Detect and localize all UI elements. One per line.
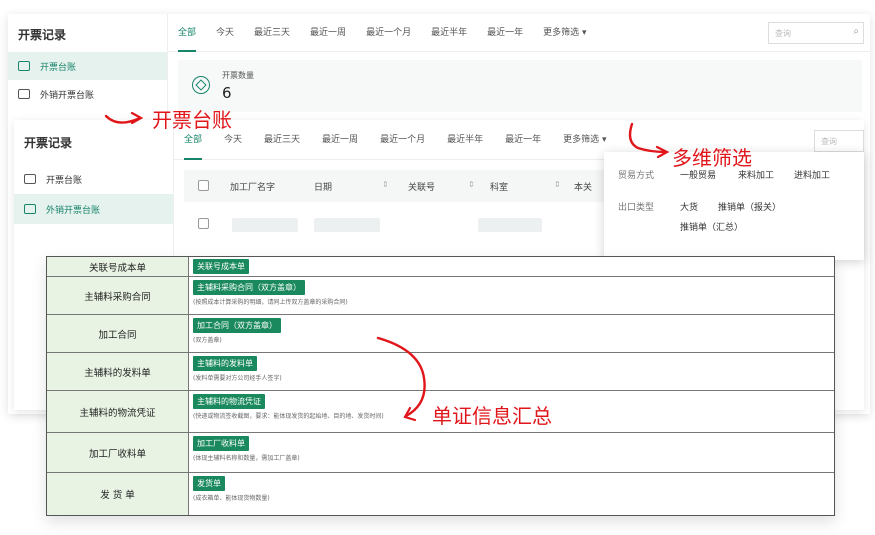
tab-last-3-days[interactable]: 最近三天 bbox=[254, 14, 290, 52]
table-row: 主辅料采购合同 主辅料采购合同（双方盖章） (按照成本计算采购的明细，请同上传双… bbox=[47, 277, 834, 315]
search-input[interactable]: 查询 ⌕ bbox=[768, 22, 864, 44]
doc-note: (体现主辅料名称和数量，需加工厂盖章) bbox=[193, 455, 300, 462]
column-header: 本关 bbox=[574, 183, 593, 193]
sort-icon[interactable]: ⇕ bbox=[468, 180, 475, 189]
table-row: 加工厂收料单 加工厂收料单 (体现主辅料名称和数量，需加工厂盖章) bbox=[47, 433, 834, 473]
doc-note: (成衣箱单、能体现货物数量) bbox=[193, 495, 270, 502]
trade-mode-label: 贸易方式 bbox=[618, 171, 655, 181]
doc-name: 发 货 单 bbox=[47, 473, 189, 515]
doc-note: (发料单需要对方公司经手人签字) bbox=[193, 375, 282, 382]
tab-last-half-year[interactable]: 最近半年 bbox=[447, 120, 483, 160]
sort-icon[interactable]: ⇕ bbox=[554, 180, 561, 189]
sidebar-item-label: 外销开票台账 bbox=[40, 90, 95, 101]
loading-placeholder bbox=[232, 218, 298, 232]
doc-name: 加工合同 bbox=[47, 315, 189, 352]
row-checkbox[interactable] bbox=[198, 218, 209, 229]
search-icon[interactable]: ⌕ bbox=[853, 26, 859, 37]
sidebar-item-label: 开票台账 bbox=[46, 175, 83, 186]
ledger-icon bbox=[18, 61, 30, 71]
export-type-label: 出口类型 bbox=[618, 203, 655, 213]
doc-tag: 主辅料的物流凭证 bbox=[193, 394, 265, 409]
table-row: 关联号成本单 关联号成本单 bbox=[47, 257, 834, 277]
doc-tag: 加工合同（双方盖章） bbox=[193, 318, 281, 333]
doc-detail: 主辅料采购合同（双方盖章） (按照成本计算采购的明细，请同上传双方盖章的采购合同… bbox=[189, 277, 834, 314]
annotation-ledger: 开票台账 bbox=[152, 108, 232, 132]
date-filter-tabs: 全部 今天 最近三天 最近一周 最近一个月 最近半年 最近一年 更多筛选 ▾ 查… bbox=[168, 14, 870, 52]
trade-option[interactable]: 进料加工 bbox=[794, 168, 830, 181]
doc-name: 主辅料采购合同 bbox=[47, 277, 189, 314]
sidebar-title: 开票记录 bbox=[18, 28, 67, 42]
doc-tag: 加工厂收料单 bbox=[193, 436, 249, 451]
doc-tag: 主辅料的发料单 bbox=[193, 356, 257, 371]
count-label: 开票数量 bbox=[222, 71, 254, 80]
sidebar-item-export-ledger[interactable]: 外销开票台账 bbox=[14, 194, 173, 224]
export-option[interactable]: 推销单（报关） bbox=[718, 200, 781, 213]
table-row: 发 货 单 发货单 (成衣箱单、能体现货物数量) bbox=[47, 473, 834, 515]
doc-note: (按照成本计算采购的明细，请同上传双方盖章的采购合同) bbox=[193, 299, 348, 306]
doc-name: 加工厂收料单 bbox=[47, 433, 189, 472]
annotation-summary: 单证信息汇总 bbox=[432, 404, 552, 428]
sidebar-item-invoice-ledger[interactable]: 开票台账 bbox=[8, 52, 167, 80]
tab-more-filters[interactable]: 更多筛选 ▾ bbox=[543, 14, 586, 52]
tab-last-week[interactable]: 最近一周 bbox=[322, 120, 358, 160]
doc-name: 关联号成本单 bbox=[47, 257, 189, 276]
column-header: 日期 bbox=[314, 183, 333, 193]
sidebar-title: 开票记录 bbox=[24, 136, 73, 150]
table-row: 主辅料的发料单 主辅料的发料单 (发料单需要对方公司经手人签字) bbox=[47, 353, 834, 391]
count-icon bbox=[192, 76, 210, 94]
export-ledger-icon bbox=[24, 204, 36, 214]
doc-tag: 主辅料采购合同（双方盖章） bbox=[193, 280, 305, 295]
column-header: 加工厂名字 bbox=[230, 183, 276, 193]
doc-tag: 关联号成本单 bbox=[193, 259, 249, 274]
count-value: 6 bbox=[222, 84, 232, 102]
sidebar-item-label: 开票台账 bbox=[40, 62, 77, 73]
doc-detail: 主辅料的发料单 (发料单需要对方公司经手人签字) bbox=[189, 353, 834, 390]
search-input[interactable]: 查询 bbox=[814, 130, 864, 152]
column-header: 科室 bbox=[490, 183, 509, 193]
doc-detail: 关联号成本单 bbox=[189, 257, 834, 276]
doc-detail: 发货单 (成衣箱单、能体现货物数量) bbox=[189, 473, 834, 515]
tab-last-3-days[interactable]: 最近三天 bbox=[264, 120, 300, 160]
ledger-icon bbox=[24, 174, 36, 184]
search-placeholder: 查询 bbox=[821, 137, 837, 146]
invoice-count-card: 开票数量 6 bbox=[178, 60, 862, 112]
export-option[interactable]: 推销单（汇总） bbox=[680, 220, 743, 233]
sidebar-item-label: 外销开票台账 bbox=[46, 205, 101, 216]
table-row: 加工合同 加工合同（双方盖章） (双方盖章) bbox=[47, 315, 834, 353]
tab-last-month[interactable]: 最近一个月 bbox=[380, 120, 425, 160]
tab-more-filters[interactable]: 更多筛选 ▾ bbox=[563, 120, 606, 160]
tab-last-week[interactable]: 最近一周 bbox=[310, 14, 346, 52]
doc-tag: 发货单 bbox=[193, 476, 225, 491]
loading-placeholder bbox=[314, 218, 380, 232]
document-checklist-table: 关联号成本单 关联号成本单 主辅料采购合同 主辅料采购合同（双方盖章） (按照成… bbox=[46, 256, 835, 516]
export-option[interactable]: 大货 bbox=[680, 200, 698, 213]
tab-last-month[interactable]: 最近一个月 bbox=[366, 14, 411, 52]
tab-last-year[interactable]: 最近一年 bbox=[487, 14, 523, 52]
doc-name: 主辅料的发料单 bbox=[47, 353, 189, 390]
sidebar-item-export-ledger[interactable]: 外销开票台账 bbox=[8, 80, 167, 108]
tab-last-year[interactable]: 最近一年 bbox=[505, 120, 541, 160]
sort-icon[interactable]: ⇕ bbox=[382, 180, 389, 189]
export-ledger-icon bbox=[18, 89, 30, 99]
doc-detail: 加工厂收料单 (体现主辅料名称和数量，需加工厂盖章) bbox=[189, 433, 834, 472]
doc-note: (双方盖章) bbox=[193, 337, 222, 344]
tab-last-half-year[interactable]: 最近半年 bbox=[431, 14, 467, 52]
column-header: 关联号 bbox=[408, 183, 436, 193]
annotation-filter: 多维筛选 bbox=[672, 146, 752, 170]
loading-placeholder bbox=[478, 218, 542, 232]
tab-all[interactable]: 全部 bbox=[178, 14, 197, 52]
search-placeholder: 查询 bbox=[775, 29, 791, 38]
select-all-checkbox[interactable] bbox=[198, 180, 209, 191]
doc-detail: 加工合同（双方盖章） (双方盖章) bbox=[189, 315, 834, 352]
tab-today[interactable]: 今天 bbox=[216, 14, 234, 52]
sidebar-item-invoice-ledger[interactable]: 开票台账 bbox=[14, 164, 173, 194]
doc-name: 主辅料的物流凭证 bbox=[47, 391, 189, 432]
